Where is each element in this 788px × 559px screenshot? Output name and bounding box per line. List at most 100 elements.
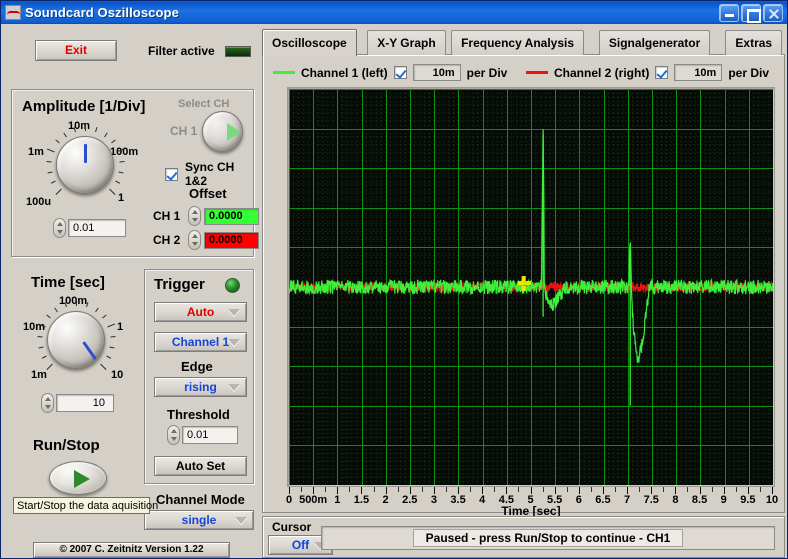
select-ch-current: CH 1 (170, 124, 198, 138)
select-ch-knob[interactable] (202, 111, 243, 152)
x-tick-minor (542, 487, 544, 492)
cursor-label: Cursor (272, 520, 312, 534)
trigger-source-combo[interactable]: Channel 1 (154, 332, 247, 352)
edge-value: rising (184, 380, 217, 394)
knob-tick (50, 180, 56, 184)
tab-label: Extras (735, 36, 773, 50)
run-stop-tooltip: Start/Stop the data aquisition (13, 497, 158, 514)
close-icon[interactable] (763, 3, 783, 22)
channel-1-color-swatch (273, 71, 295, 74)
x-axis: 0 500m 1 1.5 2 2.5 3 3.5 4 4.5 5 5.5 6 6.5 7 7.5 8 8.5 9 9.… (286, 487, 778, 506)
x-tick-minor (615, 487, 617, 492)
x-tick-minor (711, 487, 713, 492)
window-titlebar: Soundcard Oszilloscope (1, 1, 787, 24)
oscilloscope-display[interactable] (289, 89, 773, 485)
tab-signalgenerator[interactable]: Signalgenerator (598, 30, 711, 55)
amplitude-value-field[interactable]: 0.01 (68, 219, 126, 237)
knob-tick (38, 346, 44, 349)
status-bar: Cursor Off Paused - press Run/Stop to co… (262, 516, 785, 558)
x-tick-major (433, 487, 435, 494)
offset-ch1-spinner[interactable] (188, 206, 201, 226)
knob-tick (73, 127, 77, 133)
tab-frequency-analysis[interactable]: Frequency Analysis (451, 30, 585, 55)
channel-1-perdiv-label: per Div (466, 65, 508, 80)
minimize-icon[interactable] (719, 3, 739, 22)
knob-tick (119, 160, 125, 163)
x-tick-minor (397, 487, 399, 492)
knob-tick (110, 335, 116, 338)
edge-combo[interactable]: rising (154, 377, 247, 397)
chevron-down-icon (228, 384, 240, 391)
knob-tick (85, 123, 86, 131)
x-tick-major (337, 487, 339, 494)
x-tick-major (675, 487, 677, 494)
trigger-led (225, 278, 240, 293)
offset-ch1-label: CH 1 (153, 209, 181, 223)
knob-tick (64, 302, 68, 308)
channel-mode-combo[interactable]: single (144, 510, 254, 530)
exit-button[interactable]: Exit (35, 40, 117, 61)
knob-tick (103, 132, 108, 137)
knob-tick (55, 188, 62, 196)
knob-tick (100, 363, 107, 371)
filter-active-led (225, 46, 251, 57)
tab-extras[interactable]: Extras (725, 30, 783, 55)
time-knob[interactable] (47, 311, 105, 369)
run-stop-button[interactable] (49, 461, 107, 495)
knob-tick (102, 314, 107, 319)
sync-ch-label: Sync CH 1&2 (185, 160, 235, 188)
play-icon (74, 470, 90, 488)
auto-set-button[interactable]: Auto Set (154, 456, 247, 476)
time-value-field[interactable]: 10 (56, 394, 114, 412)
offset-ch2-row: CH 2 0.0000 (153, 230, 259, 250)
amplitude-knob[interactable] (56, 136, 114, 194)
channel-1-label: Channel 1 (left) (301, 65, 388, 80)
x-tick-minor (518, 487, 520, 492)
tab-x-y-graph[interactable]: X-Y Graph (367, 30, 446, 55)
channel-1-perdiv-field[interactable]: 10m (412, 64, 461, 81)
knob-tick (37, 335, 43, 338)
offset-ch2-spinner[interactable] (188, 230, 201, 250)
offset-ch2-field[interactable]: 0.0000 (204, 231, 259, 249)
x-tick-major (772, 487, 773, 494)
x-tick-minor (566, 487, 568, 492)
knob-tick (107, 323, 116, 328)
time-knob-needle (82, 341, 97, 361)
amplitude-spinner[interactable] (53, 218, 66, 238)
tab-label: Oscilloscope (272, 36, 347, 50)
channel-2-perdiv-field[interactable]: 10m (674, 64, 723, 81)
trigger-mode-combo[interactable]: Auto (154, 302, 247, 322)
time-spinner[interactable] (41, 393, 54, 413)
status-message-box: Paused - press Run/Stop to continue - CH… (321, 526, 775, 550)
sync-ch-checkbox[interactable] (165, 167, 178, 181)
channel-1-checkbox[interactable] (393, 66, 407, 79)
window-title: Soundcard Oszilloscope (25, 5, 179, 20)
amplitude-title: Amplitude [1/Div] (22, 98, 146, 115)
chevron-down-icon (228, 339, 240, 346)
channel-2-label: Channel 2 (right) (554, 65, 650, 80)
maximize-icon[interactable] (741, 3, 761, 23)
cursor-value: Off (291, 538, 310, 552)
threshold-field[interactable]: 0.01 (182, 426, 238, 444)
knob-tick (109, 188, 116, 196)
threshold-spinner[interactable] (167, 425, 180, 445)
status-message: Paused - press Run/Stop to continue - CH… (412, 529, 684, 547)
amplitude-knob-needle (84, 144, 87, 163)
channel-2-perdiv-label: per Div (728, 65, 770, 80)
x-tick-minor (301, 487, 303, 492)
select-ch-label: Select CH (178, 98, 230, 110)
knob-tick (46, 148, 55, 153)
sync-ch-row[interactable]: Sync CH 1&2 (165, 160, 253, 188)
x-tick-major (313, 487, 315, 494)
time-panel: Time [sec] 100m 10m 1 1m 10 10 Run/Stop (11, 269, 137, 531)
trigger-source-value: Channel 1 (171, 335, 230, 349)
offset-ch1-field[interactable]: 0.0000 (204, 207, 259, 225)
channel-mode-value: single (181, 513, 217, 527)
x-tick-major (651, 487, 653, 494)
offset-title: Offset (189, 186, 227, 201)
knob-tick (37, 323, 46, 328)
tab-oscilloscope[interactable]: Oscilloscope (262, 29, 357, 56)
channel-2-checkbox[interactable] (655, 66, 669, 79)
x-tick-major (627, 487, 629, 494)
x-tick-major (458, 487, 460, 494)
